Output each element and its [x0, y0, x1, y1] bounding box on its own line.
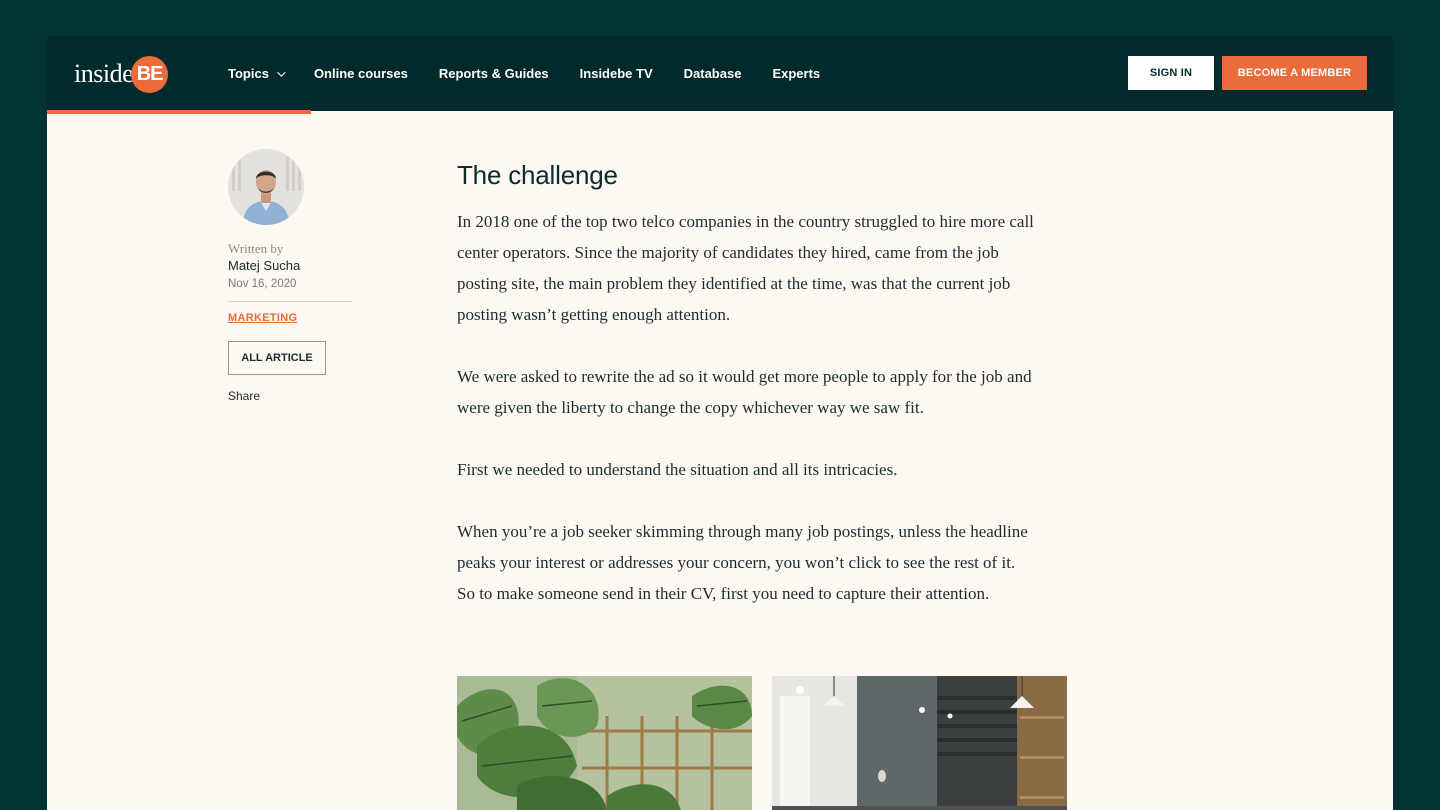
- main-nav: Topics Online courses Reports & Guides I…: [228, 36, 851, 111]
- paragraph: When you’re a job seeker skimming throug…: [457, 522, 1028, 603]
- nav-database-label: Database: [683, 66, 742, 81]
- nav-insidebe-tv-label: Insidebe TV: [579, 66, 653, 81]
- nav-online-courses[interactable]: Online courses: [314, 66, 408, 81]
- nav-experts[interactable]: Experts: [772, 66, 820, 81]
- nav-online-courses-label: Online courses: [313, 66, 408, 81]
- all-article-button[interactable]: ALL ARTICLE: [228, 341, 326, 375]
- nav-reports-guides-label: Reports & Guides: [438, 66, 549, 81]
- reading-progress-bar: [47, 110, 311, 114]
- article-image-office: [772, 676, 1067, 810]
- nav-topics-label: Topics: [228, 66, 269, 81]
- become-member-button[interactable]: BECOME A MEMBER: [1222, 56, 1367, 90]
- chevron-down-icon: [277, 67, 286, 77]
- author-photo: [228, 149, 304, 225]
- nav-topics[interactable]: Topics: [228, 66, 286, 81]
- author-avatar[interactable]: [228, 149, 304, 225]
- publish-date: Nov 16, 2020: [228, 278, 297, 290]
- author-name[interactable]: Matej Sucha: [228, 258, 300, 273]
- written-by-label: Written by: [228, 241, 284, 256]
- nav-insidebe-tv[interactable]: Insidebe TV: [580, 66, 653, 81]
- nav-reports-guides[interactable]: Reports & Guides: [439, 66, 549, 81]
- paragraph: In 2018 one of the top two telco compani…: [457, 212, 1034, 324]
- section-heading: The challenge: [457, 160, 618, 190]
- category-link[interactable]: MARKETING: [228, 312, 297, 324]
- paragraph: We were asked to rewrite the ad so it wo…: [457, 367, 1032, 417]
- nav-database[interactable]: Database: [684, 66, 742, 81]
- sign-in-button[interactable]: SIGN IN: [1128, 56, 1214, 90]
- sidebar-divider: [228, 301, 352, 302]
- logo-badge: BE: [131, 55, 169, 93]
- browser-window: inside BE Topics Online courses Reports …: [47, 36, 1393, 810]
- nav-experts-label: Experts: [772, 66, 821, 81]
- article-body: The challenge In 2018 one of the top two…: [457, 160, 1077, 640]
- paragraph: First we needed to understand the situat…: [457, 460, 898, 479]
- article-image-plants: [457, 676, 752, 810]
- office-photo: [772, 676, 1067, 810]
- plant-illustration: [457, 676, 752, 810]
- logo-wordmark: inside: [74, 59, 134, 88]
- site-logo[interactable]: inside BE: [74, 55, 169, 93]
- site-header: inside BE Topics Online courses Reports …: [47, 36, 1393, 111]
- share-link[interactable]: Share: [228, 389, 260, 403]
